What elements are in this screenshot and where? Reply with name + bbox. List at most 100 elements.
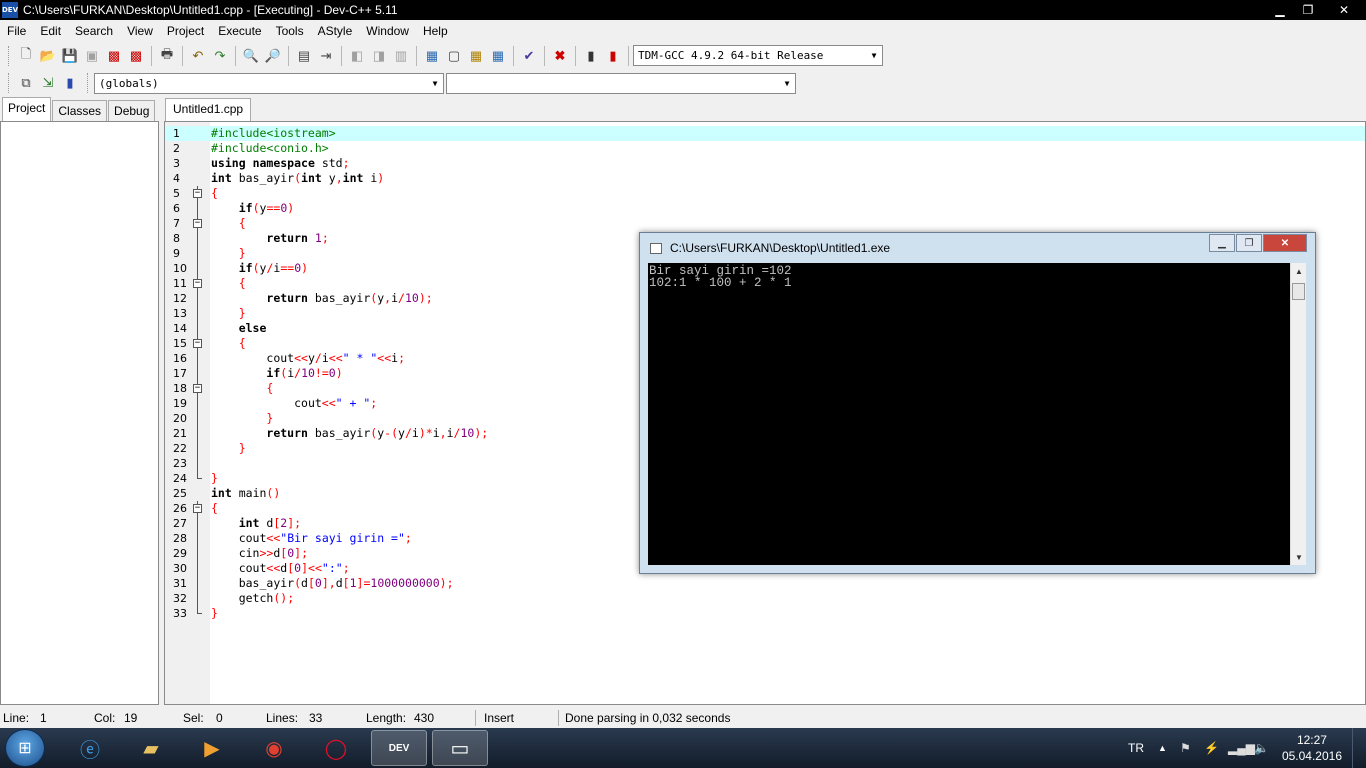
code-line[interactable]: 31 bas_ayir(d[0],d[1]=1000000000); [165,576,1365,591]
fold-toggle-icon[interactable]: − [193,276,202,291]
close-button[interactable]: ✕ [1322,0,1366,20]
console-close-button[interactable]: ✕ [1263,234,1307,252]
opera-icon[interactable]: ◯ [308,730,364,766]
chevron-down-icon[interactable]: ▼ [427,74,443,93]
scroll-up-icon[interactable]: ▲ [1291,263,1307,279]
language-indicator[interactable]: TR [1128,728,1144,768]
menu-execute[interactable]: Execute [211,24,268,38]
redo-icon[interactable]: ↷ [209,45,231,67]
console-title-bar[interactable]: C:\Users\FURKAN\Desktop\Untitled1.exe ▁ … [640,233,1315,263]
console-taskbar-icon[interactable]: ▭ [432,730,488,766]
code-text: { [238,276,246,290]
undo-icon[interactable]: ↶ [187,45,209,67]
network-icon[interactable]: ▂▄▆ [1228,728,1255,768]
chevron-down-icon[interactable]: ▼ [866,46,882,65]
menu-file[interactable]: File [0,24,33,38]
code-line[interactable]: 1 #include<iostream> [165,126,1365,141]
power-icon[interactable]: ⚡ [1204,728,1219,768]
volume-icon[interactable]: 🔈 [1254,728,1269,768]
code-line[interactable]: 33} [165,606,1365,621]
fold-toggle-icon[interactable]: − [193,186,202,201]
close-all-icon[interactable]: ▩ [125,45,147,67]
code-line[interactable]: 7− { [165,216,1365,231]
code-line[interactable]: 5−{ [165,186,1365,201]
compile-icon[interactable]: ▦ [421,45,443,67]
syntax-check-icon[interactable]: ✔ [518,45,540,67]
profile-chart-icon[interactable]: ▮ [580,45,602,67]
code-line[interactable]: 3 using namespace std; [165,156,1365,171]
line-number: 12 [173,292,187,305]
toggle-bookmark-icon[interactable]: ⇲ [37,72,59,94]
save-all-icon[interactable]: ▣ [81,45,103,67]
media-player-icon[interactable]: ▶ [184,730,240,766]
line-number: 7 [173,217,180,230]
goto-function-icon[interactable]: ⇥ [315,45,337,67]
close-file-icon[interactable]: ▩ [103,45,125,67]
menu-help[interactable]: Help [416,24,455,38]
goto-bookmark-icon[interactable]: ▮ [59,72,81,94]
code-line[interactable]: 2 #include<conio.h> [165,141,1365,156]
menu-search[interactable]: Search [68,24,120,38]
tab-untitled1-cpp[interactable]: Untitled1.cpp [165,98,252,121]
code-line[interactable]: 6 if(y==0) [165,201,1365,216]
member-select[interactable]: ▼ [446,72,796,94]
scroll-down-icon[interactable]: ▼ [1291,549,1307,565]
status-sel-value: 0 [216,711,223,725]
code-line[interactable]: 4 int bas_ayir(int y,int i) [165,171,1365,186]
compile-run-icon[interactable]: ▦ [465,45,487,67]
tab-debug[interactable]: Debug [108,100,156,121]
console-window[interactable]: C:\Users\FURKAN\Desktop\Untitled1.exe ▁ … [639,232,1316,574]
menu-window[interactable]: Window [359,24,416,38]
rebuild-all-icon[interactable]: ▦ [487,45,509,67]
find-icon[interactable]: 🔍 [240,45,262,67]
fold-toggle-icon[interactable]: − [193,501,202,516]
menu-edit[interactable]: Edit [33,24,68,38]
chrome-icon[interactable]: ◉ [246,730,302,766]
tab-classes[interactable]: Classes [52,100,108,121]
add-to-project-icon[interactable]: ◧ [346,45,368,67]
console-output[interactable]: Bir sayi girin =102 102:1 * 100 + 2 * 1 [648,263,1290,565]
goto-line-icon[interactable]: ▤ [293,45,315,67]
fold-toggle-icon[interactable]: − [193,336,202,351]
devcpp-taskbar-icon[interactable]: DEV [371,730,427,766]
minimize-button[interactable]: ▁ [1266,0,1294,20]
console-maximize-button[interactable]: ❐ [1236,234,1262,252]
tab-project[interactable]: Project [2,97,52,121]
remove-from-project-icon[interactable]: ◨ [368,45,390,67]
compiler-select[interactable]: TDM-GCC 4.9.2 64-bit Release ▼ [633,45,883,66]
scroll-thumb[interactable] [1292,283,1305,300]
chevron-down-icon[interactable]: ▼ [779,74,795,93]
internet-explorer-icon[interactable]: ⓔ [62,730,118,766]
file-explorer-icon[interactable]: ▰ [123,730,179,766]
menu-view[interactable]: View [120,24,160,38]
line-number: 16 [173,352,187,365]
open-file-icon[interactable]: 📂 [37,45,59,67]
show-desktop-button[interactable] [1352,728,1366,768]
run-icon[interactable]: ▢ [443,45,465,67]
project-options-icon[interactable]: ▥ [390,45,412,67]
show-hidden-icons-icon[interactable]: ▲ [1158,728,1167,768]
maximize-button[interactable]: ❐ [1294,0,1322,20]
console-minimize-button[interactable]: ▁ [1209,234,1235,252]
delete-profile-icon[interactable]: ▮ [602,45,624,67]
save-icon[interactable]: 💾 [59,45,81,67]
fold-toggle-icon[interactable]: − [193,216,202,231]
code-line[interactable]: 32 getch(); [165,591,1365,606]
toolbar-grip [87,73,90,93]
project-tree[interactable] [0,121,159,705]
fold-toggle-icon[interactable]: − [193,381,202,396]
devcpp-app-icon[interactable]: DEV [2,2,18,18]
console-scrollbar[interactable]: ▲ ▼ [1290,263,1306,565]
system-clock[interactable]: 12:27 05.04.2016 [1282,732,1342,764]
action-center-flag-icon[interactable]: ⚑ [1180,728,1191,768]
insert-icon[interactable]: ⧉ [15,72,37,94]
start-button[interactable]: ⊞ [5,729,45,767]
replace-icon[interactable]: 🔎 [262,45,284,67]
scope-select[interactable]: (globals) ▼ [94,72,444,94]
menu-astyle[interactable]: AStyle [311,24,360,38]
menu-project[interactable]: Project [160,24,211,38]
print-icon[interactable]: 🖶 [156,45,178,67]
stop-execution-icon[interactable]: ✖ [549,45,571,67]
new-file-icon[interactable]: 🗋 [15,45,37,67]
menu-tools[interactable]: Tools [269,24,311,38]
